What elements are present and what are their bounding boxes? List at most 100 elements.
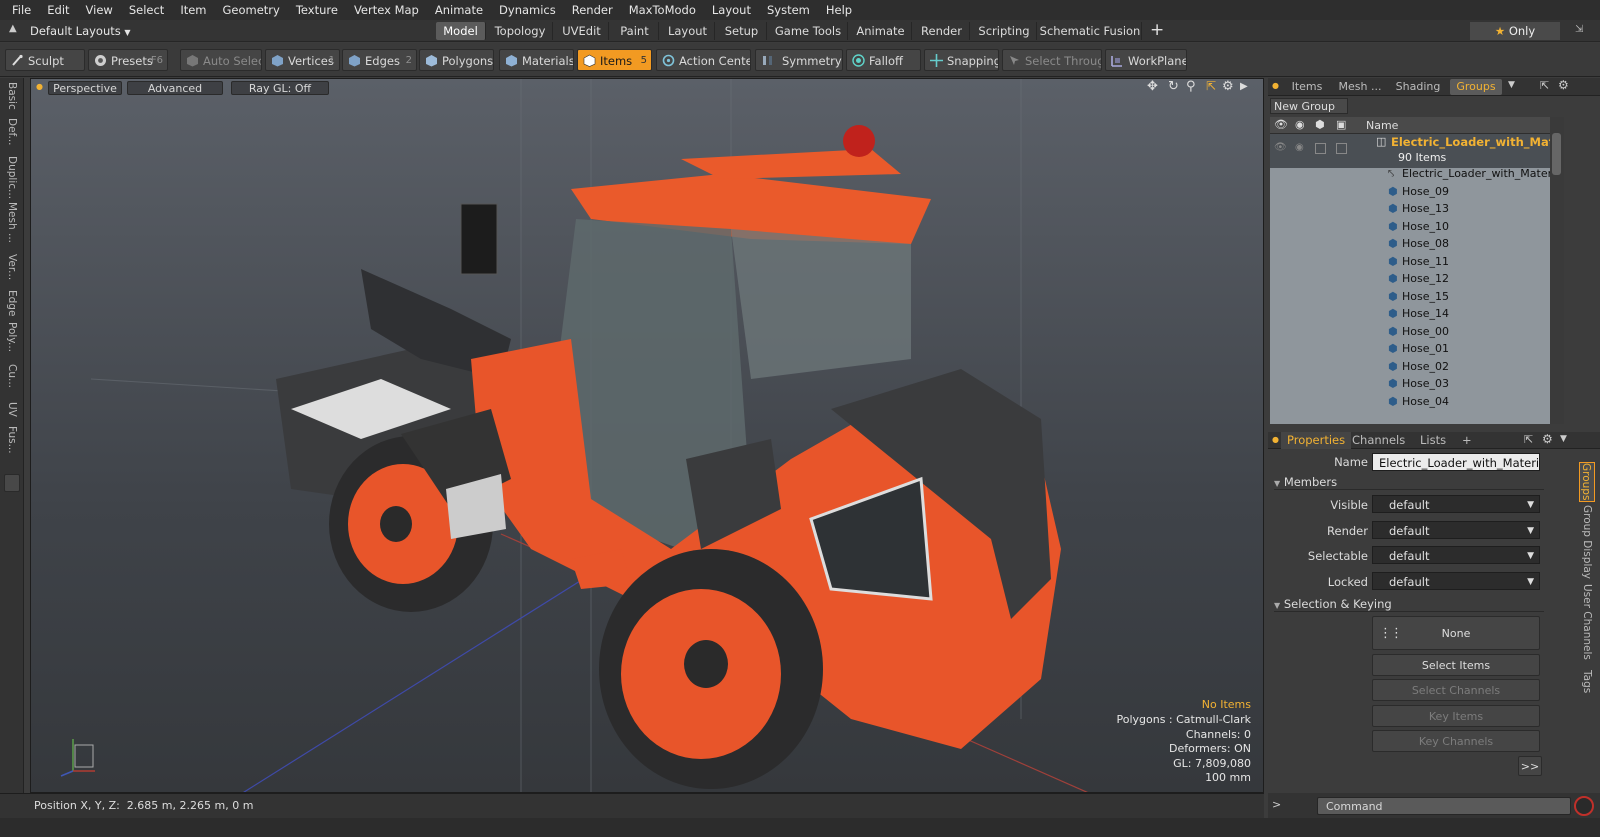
gear-icon[interactable]: ⚙ [1222,79,1234,94]
select-channels-button[interactable]: Select Channels [1372,679,1540,701]
rotate-view-icon[interactable]: ↻ [1168,79,1179,94]
side-tab-groups[interactable]: Groups [1579,462,1595,502]
list-item[interactable]: ⬢ Hose_08 [1270,235,1550,253]
list-item[interactable]: ⬢ Hose_01 [1270,340,1550,358]
visibility-eye-icon[interactable]: 👁 [1274,118,1288,131]
lock-icon[interactable]: ▣ [1336,118,1346,131]
list-item[interactable]: ⬢ Hose_04 [1270,393,1550,411]
action-center-button[interactable]: Action Center [656,49,751,71]
panel-dot-icon[interactable]: ● [1272,81,1279,90]
zoom-view-icon[interactable]: ⚲ [1186,79,1196,94]
more-button[interactable]: >> [1518,756,1542,776]
menu-help[interactable]: Help [818,3,860,17]
left-tab-curve[interactable]: Cu... [4,364,20,400]
snapping-button[interactable]: Snapping [924,49,999,71]
viewport-arrow-icon[interactable]: ▶ [1240,81,1248,92]
left-strip-toggle[interactable] [4,474,20,492]
falloff-button[interactable]: Falloff [846,49,921,71]
key-channels-button[interactable]: Key Channels [1372,730,1540,752]
side-tab-tags[interactable]: Tags [1579,666,1595,698]
menu-texture[interactable]: Texture [288,3,346,17]
menu-dynamics[interactable]: Dynamics [491,3,564,17]
tab-animate[interactable]: Animate [850,22,912,40]
group-name-input[interactable]: Electric_Loader_with_Material_Ha [1372,453,1540,471]
tab-items[interactable]: Items [1282,79,1332,95]
add-prop-tab[interactable]: + [1462,432,1472,449]
list-item[interactable]: ⬢ Hose_00 [1270,323,1550,341]
tab-schematic-fusion[interactable]: Schematic Fusion [1039,22,1142,40]
tab-topology[interactable]: Topology [488,22,553,40]
left-tab-deform[interactable]: Def... [4,118,20,154]
3d-viewport[interactable]: ● Perspective Advanced Ray GL: Off ✥ ↻ ⚲… [30,78,1264,793]
select-through-button[interactable]: Select Through [1002,49,1102,71]
polygons-button[interactable]: Polygons [419,49,494,71]
symmetry-button[interactable]: Symmetry [755,49,843,71]
layout-arrow-icon[interactable]: ▲ [9,23,17,34]
items-button[interactable]: Items 5 [577,49,652,71]
tab-scripting[interactable]: Scripting [972,22,1037,40]
viewport-menu-dot-icon[interactable]: ● [36,82,43,91]
tabs-menu-icon[interactable]: ▼ [1508,80,1515,90]
menu-edit[interactable]: Edit [39,3,77,17]
groups-scrollbar[interactable] [1550,117,1564,424]
list-item[interactable]: ⬢ Hose_02 [1270,358,1550,376]
presets-button[interactable]: Presets F6 [88,49,168,71]
render-dropdown[interactable]: default ▼ [1372,521,1540,539]
record-icon[interactable] [1574,796,1594,816]
group-root-row[interactable]: 👁 ◉ ◫ Electric_Loader_with_Mat... 90 Ite… [1270,134,1550,168]
tab-shading[interactable]: Shading [1388,79,1448,95]
list-item[interactable]: ⬢ Hose_11 [1270,253,1550,271]
raygl-toggle[interactable]: Ray GL: Off [231,81,329,95]
menu-system[interactable]: System [759,3,818,17]
menu-animate[interactable]: Animate [427,3,491,17]
expand-icon[interactable]: ⇲ [1575,24,1583,35]
row-eye-icon[interactable]: 👁 [1274,142,1287,153]
panel-gear-icon[interactable]: ⚙ [1558,78,1569,92]
menu-maxtomodo[interactable]: MaxToModo [621,3,704,17]
tab-channels[interactable]: Channels [1352,432,1405,449]
left-tab-polygon[interactable]: Poly... [4,322,20,362]
tab-setup[interactable]: Setup [717,22,767,40]
menu-vertex-map[interactable]: Vertex Map [346,3,427,17]
add-tab-button[interactable]: + [1150,20,1164,40]
menu-geometry[interactable]: Geometry [215,3,288,17]
list-item[interactable]: ⬢ Hose_13 [1270,200,1550,218]
list-item[interactable]: ⬢ Hose_14 [1270,305,1550,323]
tab-model[interactable]: Model [436,22,486,40]
key-items-button[interactable]: Key Items [1372,705,1540,727]
select-items-button[interactable]: Select Items [1372,654,1540,676]
tab-mesh[interactable]: Mesh ... [1334,79,1386,95]
command-input[interactable]: Command [1317,797,1571,815]
edges-button[interactable]: Edges 2 [342,49,417,71]
tab-groups[interactable]: Groups [1450,79,1502,95]
menu-render[interactable]: Render [564,3,621,17]
row-render-icon[interactable]: ◉ [1295,142,1304,153]
perspective-dropdown[interactable]: Perspective [48,81,122,95]
row-select-box[interactable] [1315,143,1326,154]
layouts-dropdown[interactable]: Default Layouts ▼ [30,23,170,39]
tab-uvedit[interactable]: UVEdit [555,22,609,40]
locked-dropdown[interactable]: default ▼ [1372,572,1540,590]
advanced-dropdown[interactable]: Advanced [127,81,223,95]
tab-render[interactable]: Render [914,22,970,40]
tab-game-tools[interactable]: Game Tools [769,22,848,40]
visible-dropdown[interactable]: default ▼ [1372,495,1540,513]
auto-select-button[interactable]: Auto Select [180,49,262,71]
left-tab-duplicate[interactable]: Duplic... [4,156,20,200]
left-tab-edge[interactable]: Edge [4,290,20,320]
menu-item[interactable]: Item [172,3,214,17]
column-name-header[interactable]: Name [1366,119,1398,132]
materials-button[interactable]: Materials [499,49,574,71]
tab-properties[interactable]: Properties [1281,432,1352,449]
list-item[interactable]: ⬢ Hose_12 [1270,270,1550,288]
left-tab-basic[interactable]: Basic [4,82,20,116]
prop-menu-icon[interactable]: ▼ [1560,434,1567,444]
list-item[interactable]: ⬢ Hose_10 [1270,218,1550,236]
panel-expand-icon[interactable]: ⇱ [1540,79,1549,92]
prop-gear-icon[interactable]: ⚙ [1542,432,1553,446]
left-tab-vertex[interactable]: Ver... [4,254,20,288]
selection-keying-section[interactable]: ▼ Selection & Keying [1274,596,1544,612]
new-group-button[interactable]: New Group [1270,98,1348,114]
left-tab-fusion[interactable]: Fus... [4,426,20,466]
list-item[interactable]: ⬢ Hose_09 [1270,183,1550,201]
